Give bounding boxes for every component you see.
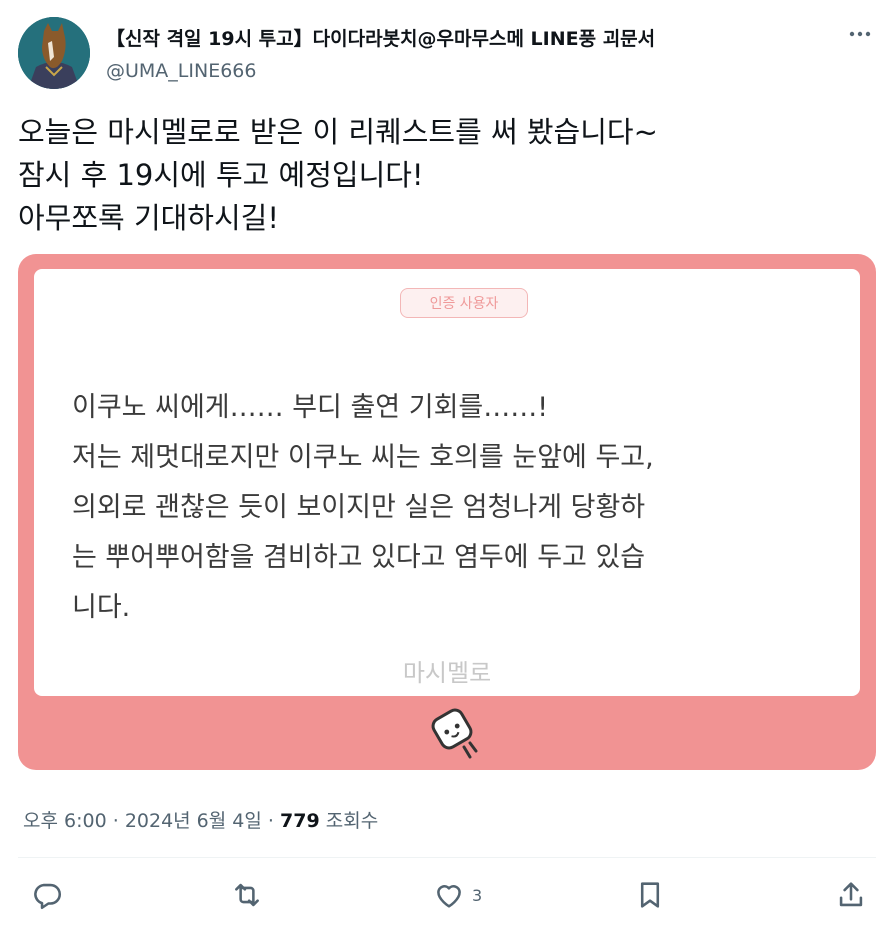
share-icon — [839, 882, 863, 907]
question-card: 인증 사용자 이쿠노 씨에게…… 부디 출연 기회를……! 저는 제멋대로지만 … — [34, 269, 860, 696]
question-line: 는 뿌어뿌어함을 겸비하고 있다고 염두에 두고 있습 — [72, 542, 646, 573]
question-line: 저는 제멋대로지만 이쿠노 씨는 호의를 눈앞에 두고, — [72, 442, 654, 473]
views-label: 조회수 — [325, 810, 379, 832]
question-text: 이쿠노 씨에게…… 부디 출연 기회를……! 저는 제멋대로지만 이쿠노 씨는 … — [72, 383, 654, 633]
share-button[interactable] — [834, 877, 868, 913]
more-icon — [849, 31, 871, 37]
attached-image[interactable]: 인증 사용자 이쿠노 씨에게…… 부디 출연 기회를……! 저는 제멋대로지만 … — [18, 254, 876, 770]
tweet-line: 잠시 후 19시에 투고 예정입니다! — [18, 158, 424, 192]
tweet-text: 오늘은 마시멜로로 받은 이 리퀘스트를 써 봤습니다~ 잠시 후 19시에 투… — [18, 111, 658, 240]
divider — [18, 857, 876, 858]
bookmark-button[interactable] — [633, 877, 667, 913]
retweet-button[interactable] — [230, 877, 264, 913]
marshmallow-icon — [431, 708, 478, 759]
verified-user-badge: 인증 사용자 — [400, 288, 528, 318]
question-line: 의외로 괜찮은 듯이 보이지만 실은 엄청나게 당황하 — [72, 492, 646, 523]
tweet-line: 오늘은 마시멜로로 받은 이 리퀘스트를 써 봤습니다~ — [18, 115, 658, 149]
tweet-date[interactable]: 2024년 6월 4일 — [125, 810, 262, 832]
meta-separator: · — [267, 810, 274, 832]
brand-label: 마시멜로 — [402, 659, 492, 687]
question-line: 니다. — [72, 592, 131, 623]
user-handle[interactable]: @UMA_LINE666 — [106, 60, 256, 82]
reply-icon — [34, 883, 62, 910]
bookmark-icon — [640, 882, 660, 908]
tweet-meta: 오후 6:00 · 2024년 6월 4일 · 779 조회수 — [23, 806, 378, 833]
views-count: 779 — [280, 810, 320, 832]
meta-separator: · — [112, 810, 119, 832]
avatar-image — [18, 17, 90, 89]
like-button[interactable]: 3 — [432, 877, 482, 913]
tweet-time[interactable]: 오후 6:00 — [23, 810, 107, 832]
display-name[interactable]: 【신작 격일 19시 투고】다이다라봇치@우마무스메 LINE풍 괴문서 — [106, 24, 655, 51]
reply-button[interactable] — [30, 877, 64, 913]
avatar[interactable] — [18, 17, 90, 89]
question-line: 이쿠노 씨에게…… 부디 출연 기회를……! — [72, 392, 549, 423]
heart-icon — [437, 885, 461, 908]
retweet-icon — [235, 883, 259, 907]
more-options-button[interactable] — [842, 22, 878, 46]
tweet-line: 아무쪼록 기대하시길! — [18, 201, 279, 235]
like-count: 3 — [472, 885, 483, 905]
